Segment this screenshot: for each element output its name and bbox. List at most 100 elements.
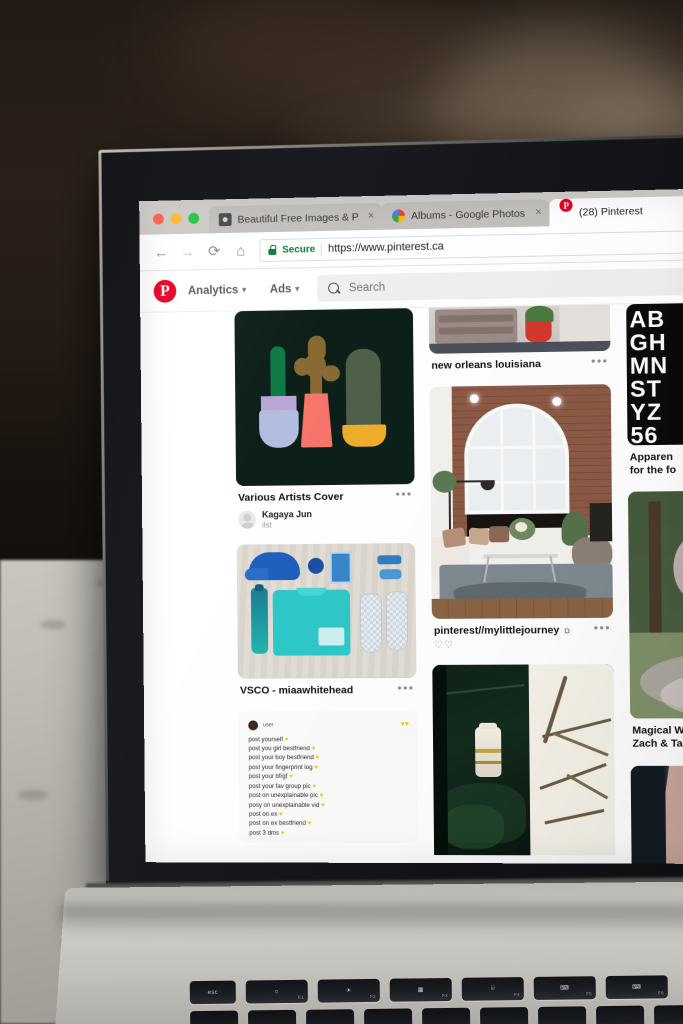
laptop: Beautiful Free Images & Pictur × Albums … [0,0,683,1024]
close-tab-icon[interactable]: × [535,207,542,218]
key-row-2[interactable] [248,1010,296,1024]
pin-card[interactable]: Various Artists Cover ••• Kagaya Jun ils… [234,308,415,530]
pin-image[interactable] [430,384,613,619]
pin-title: Magical W [632,724,683,738]
pin-image[interactable] [628,490,683,719]
pin-card[interactable] [631,765,683,864]
pin-overflow-icon[interactable]: ••• [594,624,611,634]
pin-title: VSCO - miaawhitehead [240,684,392,698]
pin-image[interactable]: AB GH MN ST YZ 56 [626,303,683,445]
key-row-2[interactable] [596,1006,644,1024]
avatar [248,720,258,730]
pin-title: Various Artists Cover [238,490,390,505]
keyboard[interactable]: esc ☼ F1 ☀ F2 ▦ F3 ⌸ F4 ⌨ F5 ⌨ F6 [190,975,683,1024]
text-post-header: user ♥♥ [248,719,409,731]
pin-card[interactable]: pinterest//mylittlejourney ☼ ••• ♡♡ [430,384,614,651]
pin-grid: Various Artists Cover ••• Kagaya Jun ils… [140,303,683,864]
type-poster-row: ST [630,375,683,401]
back-button[interactable]: ← [153,244,169,261]
pin-title: Apparen [630,449,683,464]
pin-image[interactable]: user ♥♥ post yourself ♥ post you girl bes… [238,711,418,843]
key-esc[interactable]: esc [190,981,236,1005]
new-orleans-art [429,305,611,354]
reload-button[interactable]: ⟳ [206,242,222,260]
home-button[interactable]: ⌂ [233,242,249,259]
pin-title: new orleans louisiana [431,357,585,373]
type-poster-art: AB GH MN ST YZ 56 [626,303,683,445]
pin-card[interactable]: VSCO - miaawhitehead ••• [237,543,417,698]
type-poster-row: GH [629,328,683,354]
chevron-down-icon: ▾ [295,284,299,293]
pin-card[interactable]: user ♥♥ post yourself ♥ post you girl bes… [238,711,418,843]
pin-column-1: Various Artists Cover ••• Kagaya Jun ils… [234,308,418,857]
author-name: Kagaya Jun [262,509,312,520]
key-row-2[interactable] [538,1006,586,1024]
browser-tab-2[interactable]: Albums - Google Photos × [382,199,550,230]
key-F5[interactable]: ⌨ F5 [534,976,596,1000]
pin-reaction[interactable]: ♡♡ [432,637,613,651]
search-bar[interactable]: Search [317,268,683,302]
garden-art [628,490,683,719]
pin-image[interactable] [432,664,615,855]
secure-label: Secure [282,244,315,256]
vsco-flatlay-art [237,543,417,679]
key-F3[interactable]: ▦ F3 [390,978,452,1002]
browser-tab-3[interactable]: P (28) Pinterest [550,196,683,226]
close-window-button[interactable] [153,214,164,225]
google-photos-icon [392,209,405,222]
key-F2[interactable]: ☀ F2 [318,979,380,1003]
pin-card[interactable] [432,664,615,855]
pin-image[interactable] [631,765,683,864]
pin-overflow-icon[interactable]: ••• [396,490,413,500]
pin-card[interactable]: Magical W Zach & Ta [628,490,683,751]
pin-overflow-icon[interactable]: ••• [397,684,414,694]
key-F6[interactable]: ⌨ F6 [606,975,668,999]
pin-image[interactable] [237,543,417,679]
pin-image[interactable] [429,305,611,354]
text-post-line: post on ex bestfriend ♥ [249,819,410,829]
key-row-2[interactable] [364,1008,412,1024]
ads-label: Ads [270,283,292,295]
window-controls [139,213,209,235]
browser-tab-1[interactable]: Beautiful Free Images & Pictur × [209,203,382,234]
pin-card[interactable]: new orleans louisiana ••• [429,305,611,373]
pin-author[interactable]: Kagaya Jun ilst [236,503,415,530]
deck-shadow [60,905,683,935]
pin-overflow-icon[interactable]: ••• [591,357,608,367]
key-F4[interactable]: ⌸ F4 [462,977,524,1001]
search-placeholder: Search [349,281,385,294]
text-post-line: post your boy bestfriend ♥ [248,754,409,764]
type-poster-row: MN [630,352,683,378]
pin-image[interactable] [234,308,414,486]
key-row-2[interactable] [654,1005,683,1024]
key-row-2[interactable] [306,1009,354,1024]
chevron-down-icon: ▾ [242,285,246,294]
pinterest-logo-icon[interactable]: P [154,280,177,303]
minimize-window-button[interactable] [171,213,182,224]
ads-menu[interactable]: Ads ▾ [258,283,311,296]
pin-subtitle: for the fo [630,462,683,477]
key-row-2[interactable] [422,1008,470,1024]
laptop-screen: Beautiful Free Images & Pictur × Albums … [139,189,683,864]
type-poster-row: 56 [630,422,683,446]
loft-interior-art [430,384,613,619]
tab-title: (28) Pinterest [579,205,643,218]
key-row-2[interactable] [190,1011,238,1024]
key-F1[interactable]: ☼ F1 [246,980,308,1004]
avatar [238,511,256,529]
close-tab-icon[interactable]: × [368,211,375,222]
tab-title: Beautiful Free Images & Pictur [237,211,357,226]
key-row-2[interactable] [480,1007,528,1024]
pin-card[interactable]: AB GH MN ST YZ 56 Apparen for the fo [626,303,683,478]
marble-art [432,664,615,855]
author-board: ilst [262,520,312,530]
analytics-menu[interactable]: Analytics ▾ [176,284,258,297]
address-bar[interactable]: Secure https://www.pinterest.ca [259,230,683,262]
forward-button[interactable]: → [180,243,196,260]
text-post-line: post 3 dms ♥ [249,829,410,839]
text-post-line: post on ex ♥ [249,810,410,820]
text-post-line: post you girl bestfriend ♥ [248,744,409,754]
zoom-window-button[interactable] [188,213,199,224]
door-art [631,765,683,864]
tab-title: Albums - Google Photos [411,207,525,221]
